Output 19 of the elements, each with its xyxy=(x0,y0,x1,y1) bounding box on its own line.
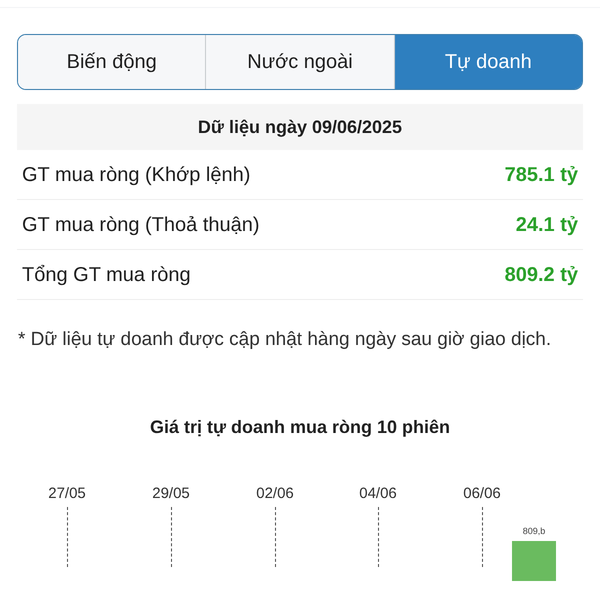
summary-header: Dữ liệu ngày 09/06/2025 xyxy=(198,116,402,139)
tab[interactable]: Biến động xyxy=(18,35,206,89)
axis-label: 02/06 xyxy=(256,484,294,504)
row-value: 24.1 tỷ xyxy=(516,212,578,238)
bar-value-label: 809,b xyxy=(522,525,546,538)
chart-bar xyxy=(512,541,556,581)
chart-title: Giá trị tự doanh mua ròng 10 phiên xyxy=(150,416,450,439)
tab[interactable]: Tự doanh xyxy=(394,35,582,89)
note-text: * Dữ liệu tự doanh được cập nhật hàng ngày sau giờ giao dịch. xyxy=(17,328,552,352)
tab[interactable]: Nước ngoài xyxy=(205,35,394,89)
row-label: GT mua ròng (Thoả thuận) xyxy=(22,212,260,238)
axis-label: 06/06 xyxy=(463,484,501,504)
row-label: Tổng GT mua ròng xyxy=(22,262,191,288)
row-label: GT mua ròng (Khớp lệnh) xyxy=(22,162,250,188)
axis-label: 29/05 xyxy=(152,484,190,504)
axis-label: 04/06 xyxy=(359,484,397,504)
axis-label: 27/05 xyxy=(48,484,86,504)
row-value: 809.2 tỷ xyxy=(504,262,578,288)
row-value: 785.1 tỷ xyxy=(504,162,578,188)
